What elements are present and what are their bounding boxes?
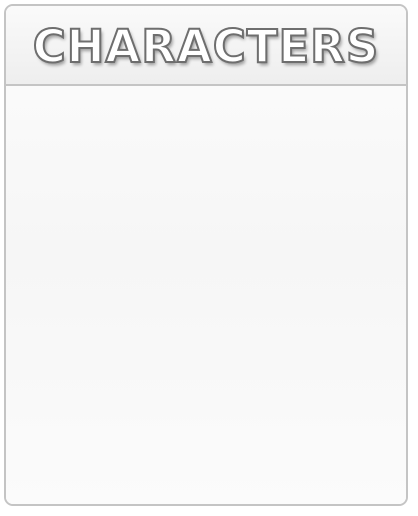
characters-list-area [6,86,406,504]
panel-title: CHARACTERS [32,19,380,73]
panel-header: CHARACTERS [6,6,406,86]
characters-panel: CHARACTERS [4,4,408,506]
